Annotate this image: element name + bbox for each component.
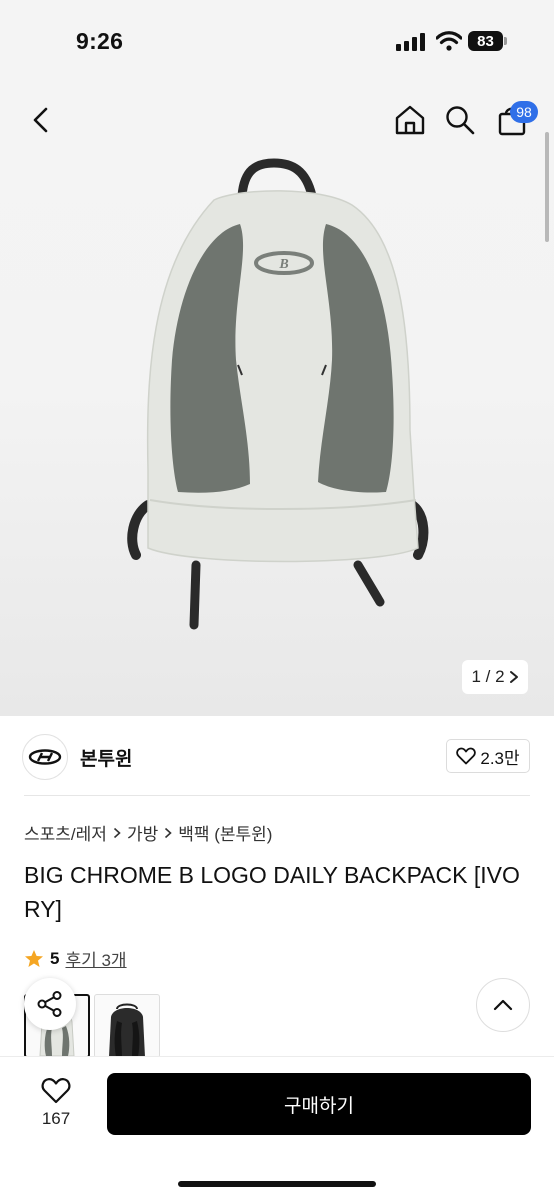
chevron-right-icon — [165, 827, 172, 838]
breadcrumb-item[interactable]: 스포츠/레저 — [24, 820, 107, 845]
star-icon — [25, 949, 43, 967]
product-image-gallery[interactable]: B 9:26 83 98 1 / 2 — [0, 0, 554, 716]
battery-cap — [504, 37, 507, 45]
chevron-right-icon — [113, 827, 121, 838]
scroll-indicator — [545, 132, 549, 242]
home-button[interactable] — [392, 102, 428, 138]
search-button[interactable] — [442, 102, 478, 138]
heart-icon — [41, 1077, 71, 1103]
thumbnail-image — [109, 1003, 145, 1057]
divider — [24, 795, 530, 796]
buy-button[interactable]: 구매하기 — [107, 1073, 531, 1135]
breadcrumb: 스포츠/레저 가방 백팩 (본투윈) — [24, 820, 272, 845]
cellular-signal-icon — [396, 33, 425, 51]
heart-icon — [456, 747, 477, 765]
chevron-up-icon — [493, 999, 513, 1011]
share-icon — [37, 991, 62, 1017]
color-thumbnail-black[interactable] — [94, 994, 160, 1058]
battery-indicator: 83 — [468, 31, 503, 51]
status-time: 9:26 — [76, 28, 124, 54]
home-indicator — [178, 1181, 376, 1187]
rating-row: 5 후기 3개 — [24, 946, 127, 971]
brand-like-button[interactable]: 2.3만 — [446, 739, 530, 773]
page-counter-text: 1 / 2 — [471, 667, 505, 686]
brand-name[interactable]: 본투윈 — [80, 744, 132, 771]
brand-logo-mark — [28, 749, 62, 765]
brand-like-count: 2.3만 — [480, 748, 520, 768]
home-icon — [395, 105, 425, 135]
wishlist-button[interactable] — [34, 1074, 78, 1106]
chevron-right-icon — [509, 671, 518, 683]
cart-badge: 98 — [510, 101, 538, 123]
breadcrumb-item[interactable]: 가방 — [127, 820, 158, 845]
share-button[interactable] — [24, 978, 76, 1030]
review-link[interactable]: 후기 3개 — [65, 946, 126, 971]
gallery-page-counter[interactable]: 1 / 2 — [462, 660, 528, 694]
wishlist-count: 167 — [41, 1109, 71, 1128]
back-icon — [33, 107, 48, 133]
breadcrumb-item[interactable]: 백팩 (본투윈) — [178, 820, 272, 845]
back-button[interactable] — [24, 102, 58, 138]
svg-text:B: B — [278, 257, 288, 272]
brand-logo[interactable] — [22, 734, 68, 780]
wifi-icon — [436, 31, 462, 51]
product-title: BIG CHROME B LOGO DAILY BACKPACK [IVORY] — [24, 862, 520, 922]
search-icon — [446, 106, 475, 135]
rating-score: 5 — [50, 948, 60, 968]
scroll-to-top-button[interactable] — [476, 978, 530, 1032]
